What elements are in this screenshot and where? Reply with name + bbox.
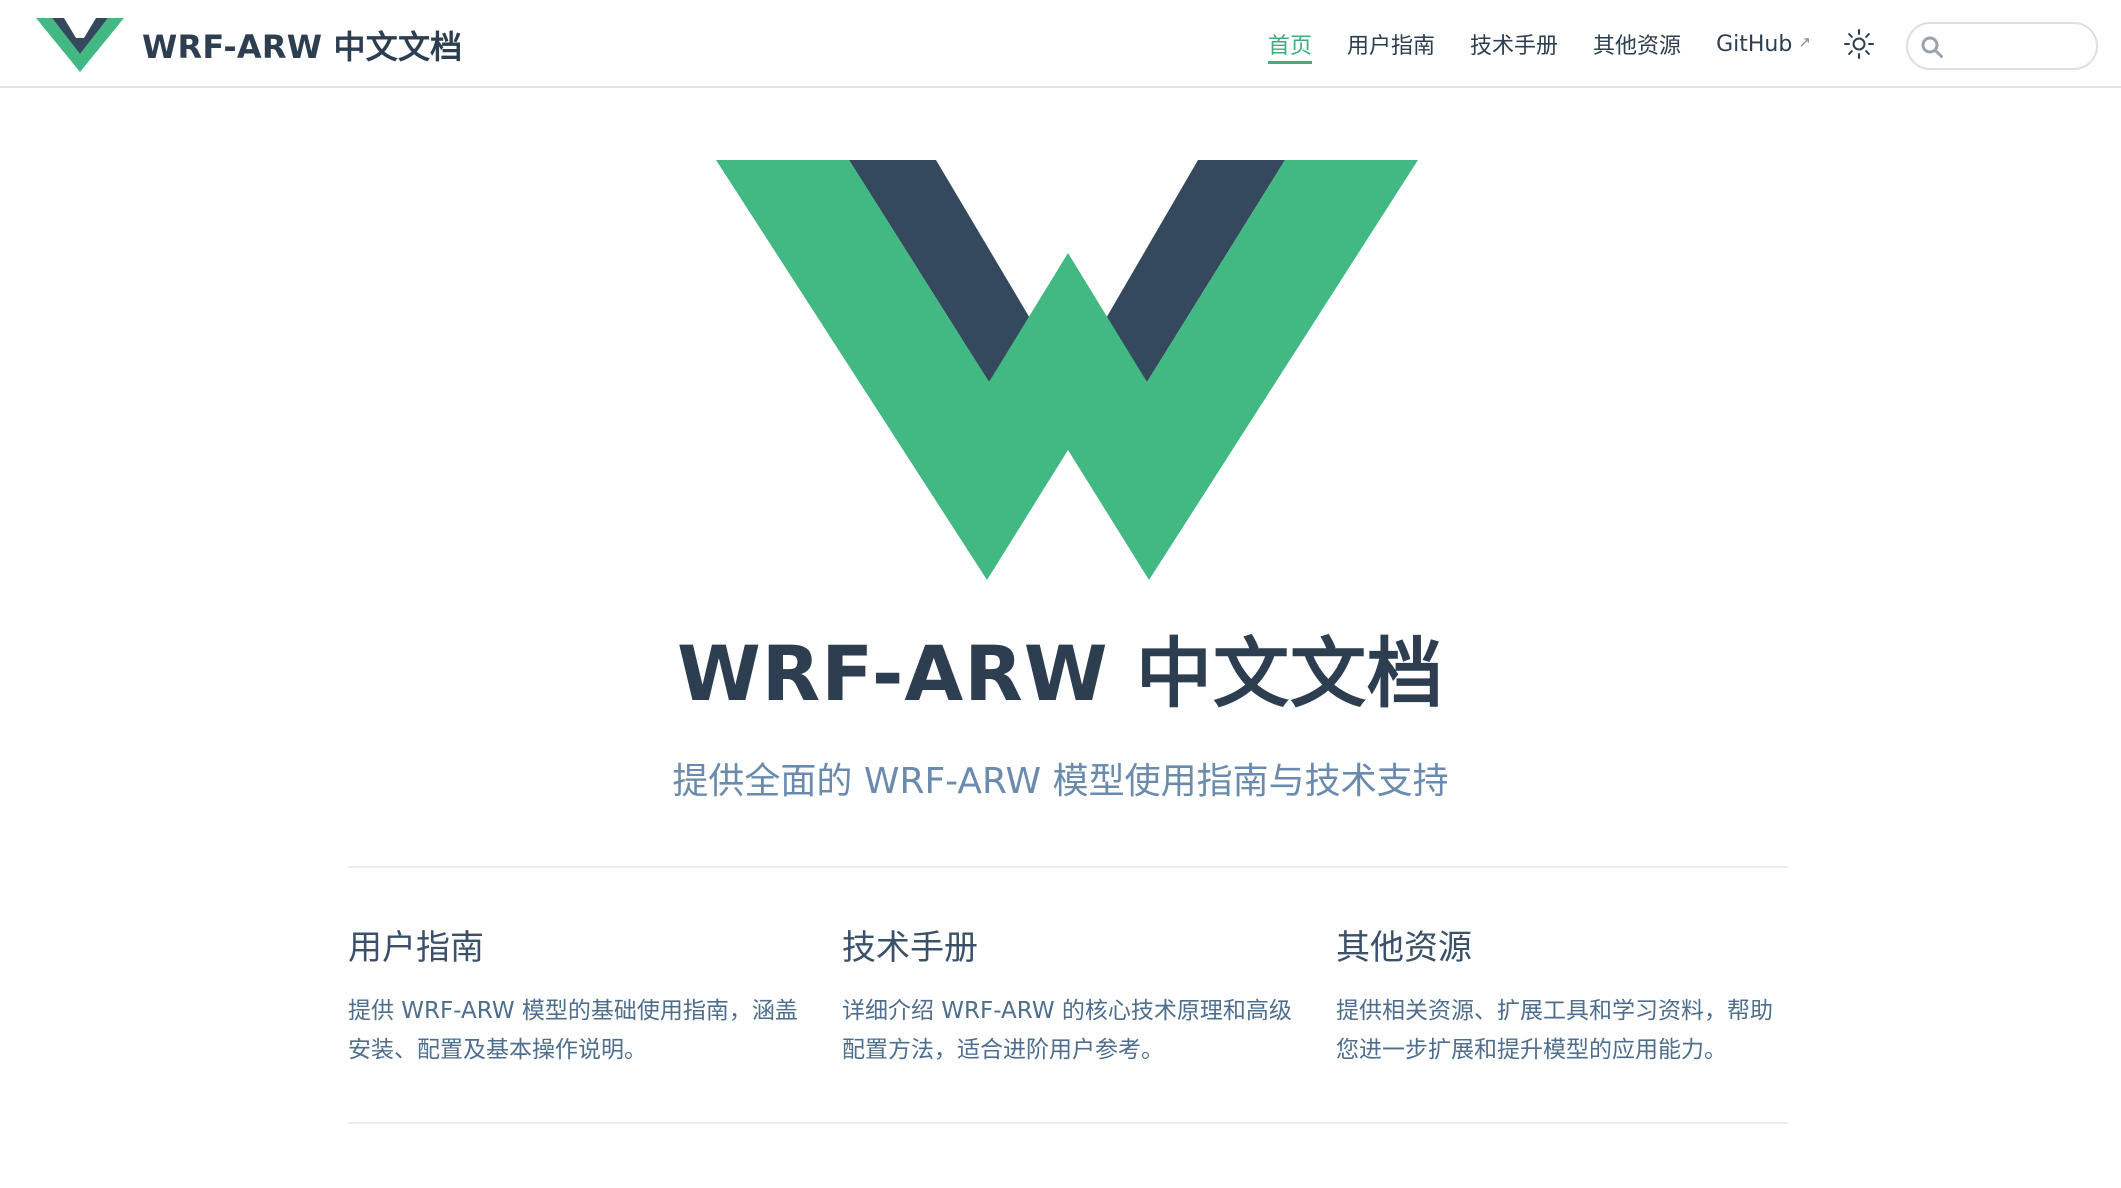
feature-details: 详细介绍 WRF-ARW 的核心技术原理和高级配置方法，适合进阶用户参考。: [842, 998, 1292, 1063]
nav-item-tech-manual[interactable]: 技术手册: [1470, 0, 1558, 88]
sun-icon: [1844, 29, 1874, 59]
features-bottom-divider: [348, 1122, 1788, 1124]
features-top-divider: [348, 866, 1788, 868]
hero-title: WRF-ARW 中文文档: [676, 629, 1445, 718]
search-icon: [1921, 36, 1943, 58]
search-box[interactable]: [1906, 22, 2098, 70]
site-title: WRF-ARW 中文文档: [142, 28, 463, 66]
nav-item-github-label: GitHub: [1716, 31, 1793, 57]
nav-item-github[interactable]: GitHub ↗: [1716, 0, 1811, 88]
feature-title: 技术手册: [842, 928, 978, 968]
features-section: 用户指南 提供 WRF-ARW 模型的基础使用指南，涵盖安装、配置及基本操作说明…: [348, 920, 1788, 1070]
feature-other-resources: 其他资源 提供相关资源、扩展工具和学习资料，帮助您进一步扩展和提升模型的应用能力…: [1336, 920, 1788, 1070]
site-brand-link[interactable]: WRF-ARW 中文文档: [36, 18, 462, 72]
feature-details: 提供相关资源、扩展工具和学习资料，帮助您进一步扩展和提升模型的应用能力。: [1336, 998, 1773, 1063]
nav-item-user-guide[interactable]: 用户指南: [1347, 0, 1435, 88]
feature-title: 其他资源: [1336, 928, 1472, 968]
hero-logo-icon: [716, 160, 1418, 580]
nav-item-home[interactable]: 首页: [1268, 0, 1313, 88]
hero-tagline: 提供全面的 WRF-ARW 模型使用指南与技术支持: [672, 761, 1449, 802]
nav-links: 首页 用户指南 技术手册 其他资源 GitHub ↗: [1268, 0, 1846, 88]
search-input[interactable]: [1952, 30, 2090, 62]
logo-icon: [36, 18, 124, 72]
feature-user-guide: 用户指南 提供 WRF-ARW 模型的基础使用指南，涵盖安装、配置及基本操作说明…: [348, 920, 800, 1070]
feature-details: 提供 WRF-ARW 模型的基础使用指南，涵盖安装、配置及基本操作说明。: [348, 998, 798, 1063]
external-link-icon: ↗: [1798, 33, 1811, 51]
nav-item-other-resources[interactable]: 其他资源: [1593, 0, 1681, 88]
feature-title: 用户指南: [348, 928, 484, 968]
feature-tech-manual: 技术手册 详细介绍 WRF-ARW 的核心技术原理和高级配置方法，适合进阶用户参…: [842, 920, 1294, 1070]
theme-toggle-button[interactable]: [1843, 28, 1875, 60]
top-navbar: WRF-ARW 中文文档 首页 用户指南 技术手册 其他资源 GitHub ↗: [0, 0, 2121, 88]
